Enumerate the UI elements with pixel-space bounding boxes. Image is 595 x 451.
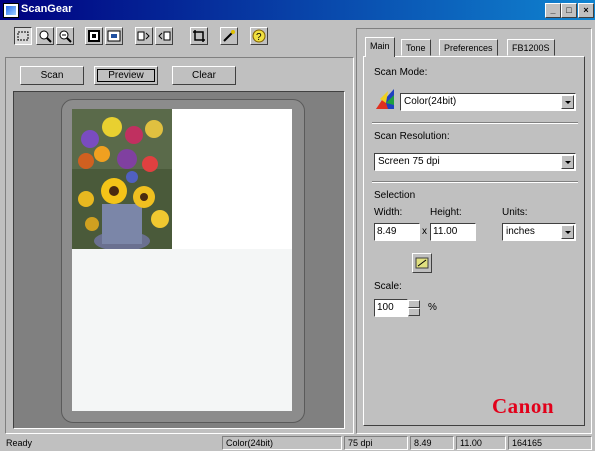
status-size: 164165 bbox=[508, 436, 592, 450]
width-label: Width: bbox=[374, 207, 403, 218]
height-value: 11.00 bbox=[433, 226, 458, 237]
tab-fb1200s[interactable]: FB1200S bbox=[507, 39, 555, 56]
chevron-down-icon[interactable] bbox=[561, 155, 574, 169]
fit-icon bbox=[107, 30, 121, 42]
close-button[interactable]: × bbox=[578, 3, 594, 18]
scan-mode-select[interactable]: Color(24bit) bbox=[400, 93, 576, 111]
zoom-out-button[interactable] bbox=[56, 27, 74, 45]
window-title: ScanGear bbox=[21, 3, 73, 15]
magic-wand-button[interactable] bbox=[220, 27, 238, 45]
status-width: 8.49 bbox=[410, 436, 454, 450]
tab-tone[interactable]: Tone bbox=[401, 39, 431, 56]
units-value: inches bbox=[506, 226, 535, 237]
units-select[interactable]: inches bbox=[502, 223, 576, 241]
zoom-in-button[interactable] bbox=[36, 27, 54, 45]
chevron-down-icon[interactable] bbox=[561, 225, 574, 239]
magic-wand-icon bbox=[223, 30, 235, 42]
color-mode-icon bbox=[376, 89, 394, 109]
scale-label: Scale: bbox=[374, 281, 402, 292]
scan-button[interactable]: Scan bbox=[20, 66, 84, 85]
main-tab-body: Scan Mode: Color(24bit) Scan Resolution:… bbox=[363, 56, 585, 426]
rotate-right-icon bbox=[158, 31, 171, 41]
x-separator: x bbox=[422, 226, 427, 237]
clear-button[interactable]: Clear bbox=[172, 66, 236, 85]
rotate-left-icon bbox=[137, 31, 150, 41]
scale-value: 100 bbox=[377, 302, 394, 313]
scan-mode-label: Scan Mode: bbox=[374, 67, 428, 78]
width-value: 8.49 bbox=[377, 226, 397, 237]
preview-panel: Scan Preview Clear bbox=[5, 57, 354, 434]
scan-resolution-select[interactable]: Screen 75 dpi bbox=[374, 153, 576, 171]
crop-icon bbox=[193, 30, 205, 42]
preview-button[interactable]: Preview bbox=[94, 66, 158, 85]
selection-label: Selection bbox=[374, 190, 416, 201]
help-icon: ? bbox=[252, 29, 266, 43]
divider bbox=[372, 181, 578, 183]
maximize-button[interactable]: □ bbox=[561, 3, 577, 18]
toolbar: ? bbox=[0, 22, 350, 50]
preview-area[interactable] bbox=[13, 91, 345, 429]
minimize-button[interactable]: _ bbox=[545, 3, 561, 18]
app-icon bbox=[3, 3, 19, 18]
help-button[interactable]: ? bbox=[250, 27, 268, 45]
spin-down-icon[interactable] bbox=[408, 308, 420, 316]
aspect-icon bbox=[415, 257, 429, 269]
scan-bed-frame bbox=[61, 99, 305, 423]
status-height: 11.00 bbox=[456, 436, 506, 450]
scan-mode-value: Color(24bit) bbox=[404, 96, 457, 107]
tab-main[interactable]: Main bbox=[365, 37, 395, 57]
height-field[interactable]: 11.00 bbox=[430, 223, 476, 241]
spin-up-icon[interactable] bbox=[408, 300, 420, 308]
settings-panel: Main Tone Preferences FB1200S Scan Mode:… bbox=[356, 28, 592, 434]
zoom-in-icon bbox=[39, 30, 52, 43]
select-tool-button[interactable] bbox=[14, 27, 32, 45]
auto-crop-icon bbox=[88, 30, 100, 42]
select-icon bbox=[17, 31, 29, 41]
svg-text:?: ? bbox=[256, 32, 262, 43]
scanned-page[interactable] bbox=[72, 109, 292, 411]
page-background bbox=[72, 249, 292, 411]
crop-button[interactable] bbox=[190, 27, 208, 45]
scale-spinner[interactable] bbox=[408, 300, 420, 316]
status-dpi: 75 dpi bbox=[344, 436, 408, 450]
status-text: Ready bbox=[6, 438, 33, 448]
status-bar: Ready Color(24bit) 75 dpi 8.49 11.00 164… bbox=[0, 434, 595, 451]
scan-resolution-label: Scan Resolution: bbox=[374, 131, 450, 142]
scan-resolution-value: Screen 75 dpi bbox=[378, 156, 440, 167]
title-bar: ScanGear _ □ × bbox=[0, 0, 595, 20]
width-field[interactable]: 8.49 bbox=[374, 223, 420, 241]
auto-crop-button[interactable] bbox=[85, 27, 103, 45]
zoom-out-icon bbox=[59, 30, 72, 43]
rotate-left-button[interactable] bbox=[135, 27, 153, 45]
fit-window-button[interactable] bbox=[105, 27, 123, 45]
percent-label: % bbox=[428, 302, 437, 313]
chevron-down-icon[interactable] bbox=[561, 95, 574, 109]
sunflower-bouquet-image bbox=[72, 109, 172, 249]
units-label: Units: bbox=[502, 207, 528, 218]
scanned-photo bbox=[72, 109, 172, 249]
rotate-right-button[interactable] bbox=[155, 27, 173, 45]
canon-logo: Canon bbox=[492, 394, 555, 418]
tab-strip: Main Tone Preferences FB1200S bbox=[363, 37, 585, 57]
scale-field[interactable]: 100 bbox=[374, 299, 408, 317]
lock-aspect-button[interactable] bbox=[412, 253, 432, 273]
divider bbox=[372, 122, 578, 124]
height-label: Height: bbox=[430, 207, 462, 218]
status-mode: Color(24bit) bbox=[222, 436, 342, 450]
tab-preferences[interactable]: Preferences bbox=[439, 39, 498, 56]
